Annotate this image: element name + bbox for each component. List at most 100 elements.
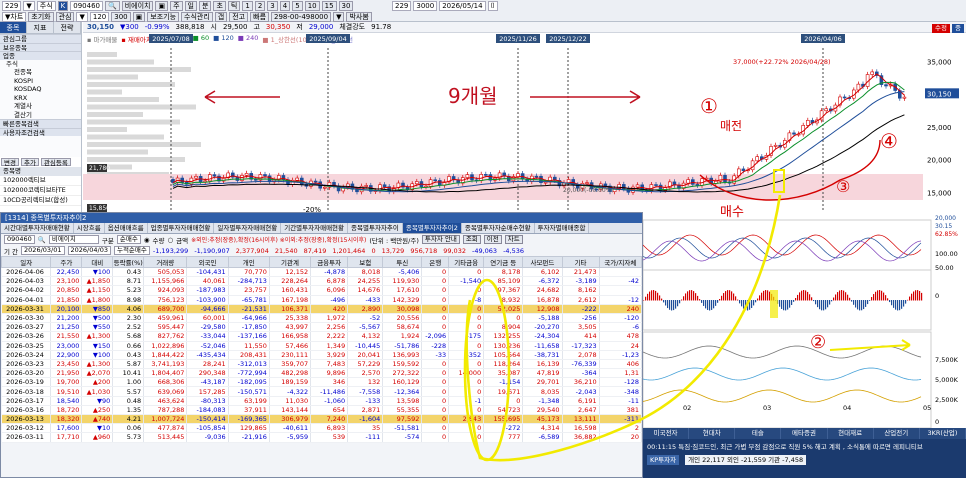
toolbar-item[interactable]: 30 <box>338 0 354 11</box>
stock-panel-button[interactable]: 변경 <box>1 158 19 167</box>
toolbar-item[interactable]: 4 <box>279 0 291 11</box>
price-chart-area[interactable]: 30,150 ▼300 -0.99% 388,818 시 29,500 고 30,3… <box>83 22 966 212</box>
window-tab[interactable]: 시간대별투자자매매현황 <box>1 223 74 233</box>
column-header[interactable]: 기타 <box>561 256 600 268</box>
table-row[interactable]: 2026-03-30 21,200 ▼500 2.30 459,961 60,001 -64… <box>1 313 643 324</box>
stock-list-item[interactable]: 102000코렉티브타TE <box>0 186 81 196</box>
search-icon[interactable]: 🔍 <box>38 236 46 244</box>
news-tab[interactable]: 산업전기 <box>874 428 920 439</box>
tab-1[interactable]: 지표 <box>27 22 54 33</box>
table-row[interactable]: 2026-04-02 20,850 ▲1,150 5.23 924,093 -187,98… <box>1 285 643 296</box>
toolbar-item[interactable]: 초기화 <box>28 11 54 22</box>
table-row[interactable]: 2026-03-13 18,320 ▲740 4.21 1,007,724 -150,41… <box>1 414 643 425</box>
toolbar-item[interactable]: 전고 <box>229 11 249 22</box>
toolbar-item[interactable]: 15 <box>321 0 337 11</box>
chart-option-button[interactable]: 수정 <box>932 24 951 33</box>
column-header[interactable]: 일자 <box>0 256 52 268</box>
column-header[interactable]: 금융투자 <box>310 256 349 268</box>
sidebar-item[interactable]: 결산기 <box>0 111 81 120</box>
column-header[interactable]: 보험 <box>347 256 384 268</box>
sidebar-item[interactable]: 관심그룹 <box>0 34 81 43</box>
quantity-radio[interactable]: ◉ <box>144 236 150 244</box>
toolbar-item[interactable]: 관심 <box>55 11 75 22</box>
news-tab[interactable]: 미국전자 <box>643 428 690 439</box>
tab-2[interactable]: 전략 <box>54 22 81 33</box>
table-row[interactable]: 2026-03-24 22,900 ▼100 0.43 1,844,422 -435,43… <box>1 350 643 360</box>
prev-button[interactable]: 이전 <box>483 235 502 244</box>
table-row[interactable]: 2026-03-25 23,000 ▼150 0.66 1,022,896 -52,046… <box>1 341 643 351</box>
table-row[interactable]: 2026-03-17 18,540 ▼90 0.48 463,624 -80,313 63,… <box>1 396 643 406</box>
news-tab[interactable]: 현대재료 <box>828 428 874 439</box>
toolbar-item[interactable]: 수식관리 <box>181 11 213 22</box>
news-tab[interactable]: 현대차 <box>689 428 736 439</box>
window-tab[interactable]: 종목별투자자순매수현황 <box>462 223 535 233</box>
toolbar-item[interactable]: ▼ <box>23 0 35 11</box>
kind-select[interactable]: 순매수 <box>116 235 141 244</box>
stock-panel-button[interactable]: 관심등록 <box>40 158 71 167</box>
toolbar-item[interactable]: 229 <box>392 0 412 11</box>
window-tab[interactable]: 종목별투자자추이 <box>348 223 403 233</box>
toolbar-item[interactable]: 틱 <box>227 0 241 11</box>
toolbar-item[interactable]: ▼ <box>76 11 88 22</box>
chart-button[interactable]: 차트 <box>504 235 523 244</box>
table-row[interactable]: 2026-03-26 21,550 ▲1,300 5.68 827,762 -33,044… <box>1 331 643 342</box>
column-header[interactable]: 주가 <box>50 256 83 268</box>
stock-panel-button[interactable]: 추가 <box>20 158 39 167</box>
toolbar-item[interactable]: ▣ <box>155 0 169 11</box>
column-header[interactable]: 은행 <box>421 256 450 268</box>
table-row[interactable]: 2026-03-31 20,100 ▼850 4.06 689,700 -94,666 -2… <box>1 304 643 314</box>
toolbar-item[interactable]: 298-00-498000 <box>271 11 332 22</box>
column-header[interactable]: 등락률(%) <box>112 256 145 268</box>
toolbar-item[interactable]: 주식 <box>36 0 56 11</box>
toolbar-item[interactable]: 보조기능 <box>147 11 180 22</box>
stock-list-item[interactable]: 10CD공리렉티브(합성) <box>0 196 81 206</box>
window-tab[interactable]: 투자자별매매종합 <box>535 223 590 233</box>
window-tab[interactable]: 일자별투자자매매현황 <box>214 223 282 233</box>
table-row[interactable]: 2026-03-27 21,250 ▼550 2.52 595,447 -29,580 -1… <box>1 322 643 333</box>
indicator-panels[interactable]: 100.00 50.00 0 7,500K 5,000K 2,500K 0 20,000 30.… <box>642 212 966 429</box>
period-from-field[interactable]: 2026/03/01 <box>21 246 65 255</box>
sidebar-item[interactable]: 사용자조건검색 <box>0 127 81 136</box>
amount-radio[interactable]: ○ <box>167 236 173 244</box>
toolbar-item[interactable]: 🔍 <box>104 0 120 11</box>
toolbar-item[interactable]: 갭 <box>214 11 228 22</box>
column-header[interactable]: 사모펀드 <box>522 256 563 268</box>
accum-select[interactable]: 누적순매수 <box>113 246 150 255</box>
toolbar-item[interactable]: 2026/05/14 <box>439 0 486 11</box>
stock-code-field[interactable]: 090460 <box>4 235 35 244</box>
news-tab[interactable]: 3KR(산업) <box>920 428 966 439</box>
sidebar-item[interactable]: 주식 <box>0 60 81 69</box>
window-tab[interactable]: 업종별투자자매매현황 <box>148 223 215 233</box>
column-header[interactable]: 연기금 등 <box>483 256 524 268</box>
toolbar-item[interactable]: 229 <box>2 0 22 11</box>
news-tab[interactable]: 메타증권 <box>781 428 828 439</box>
column-header[interactable]: 개인 <box>227 256 270 268</box>
stock-name-field[interactable]: 비에이치 <box>48 235 99 244</box>
table-row[interactable]: 2026-03-11 17,710 ▲960 5.73 513,445 -9,036 -21… <box>1 432 643 443</box>
window-tab[interactable]: 옵션매매흐름 <box>105 223 148 233</box>
toolbar-item[interactable]: 3 <box>267 0 278 11</box>
table-row[interactable]: 2026-03-16 18,720 ▲250 1.35 787,288 -184,083 3… <box>1 405 643 416</box>
chart-option-button[interactable]: 중 <box>952 24 964 33</box>
toolbar-item[interactable]: ⌷ <box>487 0 498 11</box>
toolbar-item[interactable]: 300 <box>111 11 131 22</box>
column-header[interactable]: 기관계 <box>268 256 312 268</box>
toolbar-item[interactable]: ▼ <box>333 11 345 22</box>
toolbar-item[interactable]: ▣ <box>132 11 146 22</box>
table-row[interactable]: 2026-03-19 19,700 ▲200 1.00 668,306 -43,187 -1… <box>1 377 643 388</box>
sidebar-item[interactable]: 전종목 <box>0 68 81 77</box>
toolbar-item[interactable]: 2 <box>254 0 266 11</box>
toolbar-item[interactable]: 10 <box>304 0 320 11</box>
toolbar-item[interactable]: 일 <box>184 0 197 11</box>
toolbar-item[interactable]: 3000 <box>413 0 438 11</box>
table-row[interactable]: 2026-04-01 21,850 ▲1,800 8.98 756,123 -103,90… <box>1 295 643 305</box>
stock-list-item[interactable]: 102000렉티브 <box>0 176 81 186</box>
toolbar-item[interactable]: 비에이치 <box>121 0 154 11</box>
table-row[interactable]: 2026-03-12 17,600 ▼10 0.06 477,874 -105,854 12… <box>1 423 643 434</box>
toolbar-item[interactable]: 초 <box>213 0 226 11</box>
table-row[interactable]: 2026-03-23 23,450 ▲1,300 5.87 3,741,193 28,24… <box>1 359 643 370</box>
table-row[interactable]: 2026-04-06 22,450 ▼100 0.43 505,053 -104,431 7… <box>1 267 643 278</box>
column-header[interactable]: 거래량 <box>143 256 188 268</box>
toolbar-item[interactable]: K <box>57 0 69 11</box>
column-header[interactable]: 투신 <box>382 256 423 268</box>
